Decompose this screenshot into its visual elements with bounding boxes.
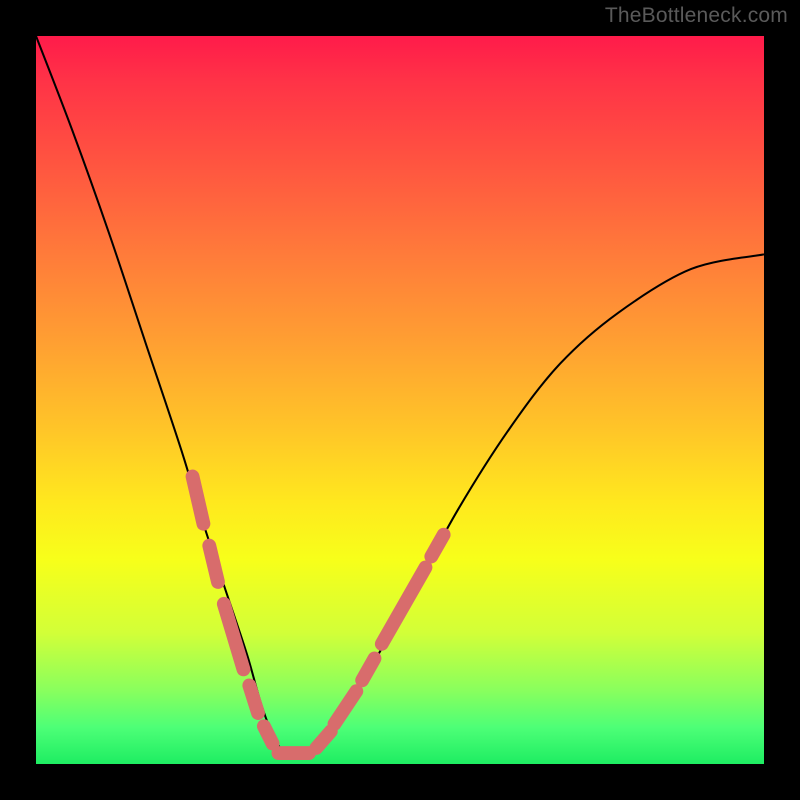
bottleneck-curve [36,36,764,759]
marker-segment [249,685,258,713]
marker-group [193,476,444,753]
marker-segment [431,535,443,557]
marker-segment [316,731,331,748]
marker-segment [224,604,244,670]
marker-segment [362,658,374,680]
marker-segment [382,567,426,643]
marker-segment [264,726,273,743]
marker-segment [209,546,218,582]
marker-segment [334,691,356,724]
watermark-text: TheBottleneck.com [605,4,788,28]
marker-segment [193,476,204,523]
curve-layer [36,36,764,764]
chart-frame: TheBottleneck.com [0,0,800,800]
